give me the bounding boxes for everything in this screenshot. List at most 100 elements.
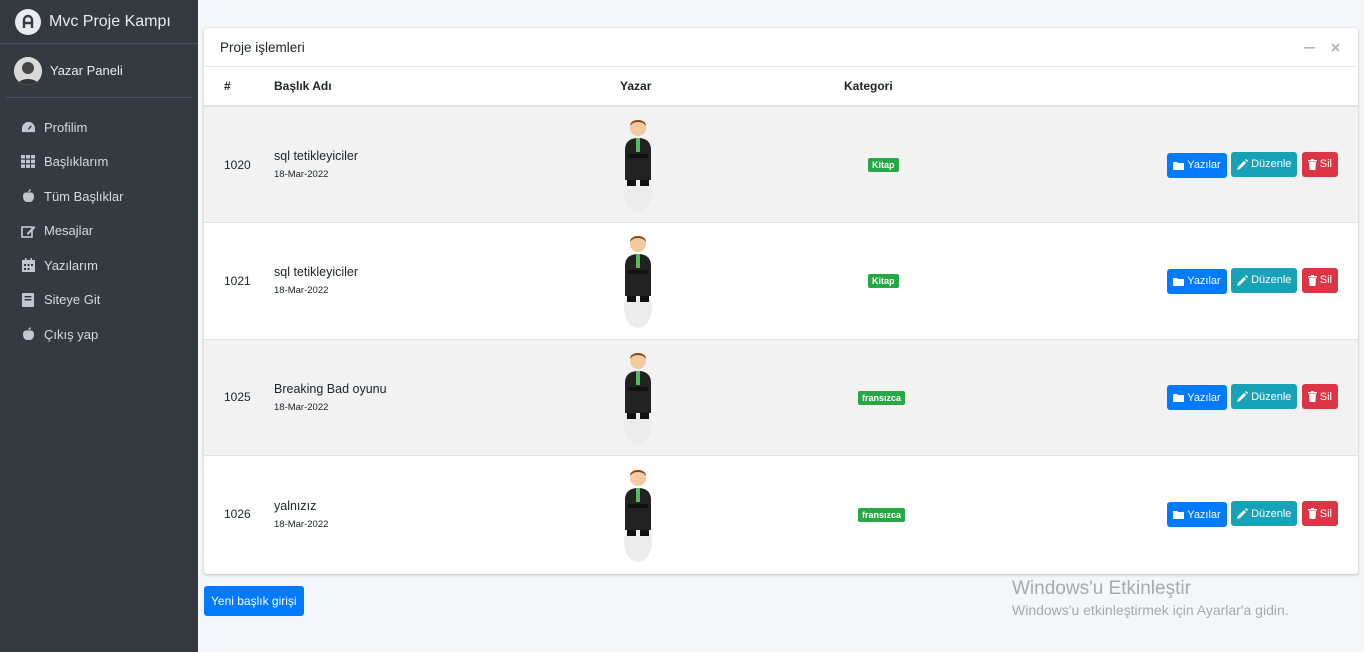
row-id: 1026 — [224, 507, 251, 521]
row-title-cell: sql tetikleyiciler 18-Mar-2022 — [274, 106, 574, 223]
column-header-category: Kategori — [844, 67, 994, 107]
delete-button[interactable]: Sil — [1301, 501, 1338, 526]
sidebar-item-label: Başlıklarım — [44, 154, 109, 170]
row-category-cell: fransızca — [844, 456, 994, 573]
posts-button[interactable]: Yazılar — [1167, 152, 1227, 178]
column-header-title: Başlık Adı — [274, 67, 574, 107]
user-panel[interactable]: Yazar Paneli — [6, 44, 192, 98]
sidebar-item-label: Tüm Başlıklar — [44, 188, 124, 204]
author-avatar — [624, 120, 652, 212]
row-title-cell: sql tetikleyiciler 18-Mar-2022 — [274, 223, 574, 340]
apple-icon — [20, 188, 36, 204]
row-title: yalnızız — [274, 498, 317, 513]
column-header-author: Yazar — [574, 67, 844, 107]
row-category-cell: Kitap — [844, 106, 994, 223]
sidebar-item-profilim[interactable]: Profilim — [0, 110, 198, 145]
pencil-icon — [1237, 158, 1249, 170]
projects-card: Proje işlemleri # Başlık Adı Yazar Kateg… — [204, 28, 1358, 574]
sidebar-item-label: Çıkış yap — [44, 326, 99, 342]
brand-logo-icon — [15, 8, 41, 35]
close-icon[interactable] — [1328, 40, 1342, 54]
new-title-button[interactable]: Yeni başlık girişi — [204, 586, 304, 616]
edit-icon — [20, 223, 36, 239]
delete-button[interactable]: Sil — [1301, 267, 1338, 293]
posts-button[interactable]: Yazılar — [1167, 268, 1227, 294]
author-avatar — [624, 352, 652, 445]
projects-table: # Başlık Adı Yazar Kategori 1020 sql tet… — [204, 67, 1358, 572]
pencil-icon — [1237, 391, 1249, 403]
row-author-cell — [574, 106, 844, 223]
folder-icon — [1173, 277, 1185, 286]
row-id: 1020 — [224, 157, 251, 172]
folder-icon — [1173, 161, 1185, 170]
posts-button-label: Yazılar — [1187, 275, 1221, 288]
row-date: 18-Mar-2022 — [274, 401, 329, 413]
column-header-id: # — [204, 67, 274, 107]
posts-button[interactable]: Yazılar — [1167, 502, 1227, 527]
user-name: Yazar Paneli — [50, 63, 123, 78]
row-title-cell: Breaking Bad oyunu 18-Mar-2022 — [274, 339, 574, 456]
posts-button-label: Yazılar — [1187, 391, 1221, 404]
sidebar-item-label: Profilim — [44, 119, 88, 135]
collapse-icon[interactable] — [1302, 40, 1316, 54]
book-icon — [20, 292, 36, 308]
delete-button-label: Sil — [1319, 507, 1332, 520]
sidebar-item-yazilarim[interactable]: Yazılarım — [0, 248, 198, 283]
delete-button[interactable]: Sil — [1301, 384, 1338, 410]
folder-icon — [1173, 394, 1185, 403]
category-badge: Kitap — [868, 158, 899, 172]
grid-icon — [20, 154, 36, 170]
delete-button-label: Sil — [1319, 274, 1332, 287]
brand-title: Mvc Proje Kampı — [49, 12, 171, 30]
row-author-cell — [574, 223, 844, 340]
edit-button-label: Düzenle — [1251, 390, 1292, 403]
row-actions: Yazılar Düzenle Sil — [994, 106, 1358, 223]
posts-button-label: Yazılar — [1187, 508, 1221, 521]
pencil-icon — [1237, 508, 1249, 519]
author-avatar — [624, 469, 652, 562]
calendar-icon — [20, 257, 36, 273]
sidebar-item-basliklarim[interactable]: Başlıklarım — [0, 145, 198, 180]
posts-button-label: Yazılar — [1187, 159, 1221, 171]
row-actions: Yazılar Düzenle Sil — [994, 223, 1358, 340]
edit-button[interactable]: Düzenle — [1231, 501, 1298, 526]
sidebar-item-cikis-yap[interactable]: Çıkış yap — [0, 317, 198, 352]
posts-button[interactable]: Yazılar — [1167, 385, 1227, 411]
row-date: 18-Mar-2022 — [274, 285, 329, 297]
row-author-cell — [574, 339, 844, 456]
edit-button[interactable]: Düzenle — [1231, 267, 1298, 293]
watermark-subtitle: Windows'u etkinleştirmek için Ayarlar'a … — [1012, 602, 1289, 618]
edit-button[interactable]: Düzenle — [1231, 384, 1298, 410]
folder-icon — [1173, 511, 1185, 519]
row-id: 1021 — [224, 273, 251, 288]
edit-button[interactable]: Düzenle — [1231, 151, 1298, 177]
sidebar-item-mesajlar[interactable]: Mesajlar — [0, 214, 198, 249]
sidebar-item-label: Siteye Git — [44, 292, 101, 308]
edit-button-label: Düzenle — [1251, 274, 1292, 287]
column-header-actions — [994, 67, 1358, 107]
user-avatar — [14, 56, 42, 85]
sidebar-nav: Profilim Başlıklarım Tüm Başlıklar Mesaj… — [0, 110, 198, 352]
pencil-icon — [1237, 274, 1249, 286]
apple-icon — [20, 326, 36, 342]
trash-icon — [1307, 158, 1317, 170]
sidebar-item-siteye-git[interactable]: Siteye Git — [0, 283, 198, 318]
sidebar-item-tum-basliklar[interactable]: Tüm Başlıklar — [0, 179, 198, 214]
row-id: 1025 — [224, 390, 251, 405]
trash-icon — [1307, 508, 1317, 519]
row-date: 18-Mar-2022 — [274, 169, 329, 180]
author-avatar — [624, 236, 652, 329]
row-category-cell: fransızca — [844, 339, 994, 456]
watermark-title: Windows'u Etkinleştir — [1012, 578, 1191, 599]
delete-button[interactable]: Sil — [1301, 151, 1338, 177]
delete-button-label: Sil — [1319, 158, 1332, 170]
category-badge: fransızca — [858, 390, 906, 405]
row-title-cell: yalnızız 18-Mar-2022 — [274, 456, 574, 573]
trash-icon — [1307, 391, 1317, 403]
brand-link[interactable]: Mvc Proje Kampı — [0, 0, 198, 44]
tachometer-icon — [20, 119, 36, 135]
row-category-cell: Kitap — [844, 223, 994, 340]
card-title: Proje işlemleri — [220, 39, 305, 55]
table-row: 1020 sql tetikleyiciler 18-Mar-2022 Kita… — [204, 106, 1358, 223]
row-actions: Yazılar Düzenle Sil — [994, 339, 1358, 456]
